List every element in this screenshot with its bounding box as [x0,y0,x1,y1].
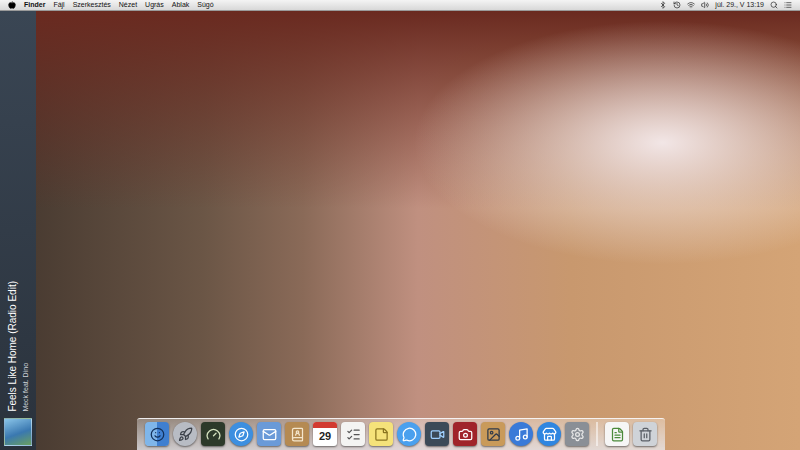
now-playing-text: Feels Like Home (Radio Edit)Meck feat. D… [7,281,30,412]
track-title: Feels Like Home (Radio Edit) [7,281,19,412]
wallpaper: 29 [36,11,800,450]
time-machine-icon[interactable] [673,1,681,9]
desktop: Finder Fájl Szerkesztés Nézet Ugrás Ablak Súgó… [0,0,800,450]
app-menu[interactable]: Finder [24,0,45,10]
iphoto-icon[interactable] [481,422,505,446]
clock[interactable]: júl. 29., V 13:19 [715,0,764,10]
trash-icon[interactable] [633,422,657,446]
wifi-icon[interactable] [687,1,695,9]
menu-right: júl. 29., V 13:19 [659,0,792,10]
dock: 29 [137,418,665,450]
menu-item[interactable]: Ablak [172,0,190,10]
dashboard-icon[interactable] [201,422,225,446]
facetime-icon[interactable] [425,422,449,446]
finder-icon[interactable] [145,422,169,446]
now-playing-strip: Feels Like Home (Radio Edit)Meck feat. D… [0,11,36,450]
track-artist: Meck feat. Dino [21,281,30,412]
reminders-icon[interactable] [341,422,365,446]
menu-item[interactable]: Súgó [197,0,213,10]
calendar-icon[interactable]: 29 [313,422,337,446]
menu-item[interactable]: Nézet [119,0,137,10]
photobooth-icon[interactable] [453,422,477,446]
document-icon[interactable] [605,422,629,446]
menu-item[interactable]: Szerkesztés [73,0,111,10]
menu-left: Finder Fájl Szerkesztés Nézet Ugrás Ablak Súgó [8,0,214,10]
menu-bar: Finder Fájl Szerkesztés Nézet Ugrás Ablak Súgó… [0,0,800,11]
apple-icon[interactable] [8,1,16,9]
notes-icon[interactable] [369,422,393,446]
appstore-icon[interactable] [537,422,561,446]
album-art[interactable] [4,418,32,446]
bluetooth-icon[interactable] [659,1,667,9]
dock-separator [596,422,598,446]
desktop-area: Feels Like Home (Radio Edit)Meck feat. D… [0,11,800,450]
notifications-icon[interactable] [784,1,792,9]
menu-item[interactable]: Ugrás [145,0,164,10]
calendar-day: 29 [313,428,337,445]
contacts-icon[interactable] [285,422,309,446]
volume-icon[interactable] [701,1,709,9]
mail-icon[interactable] [257,422,281,446]
launchpad-icon[interactable] [173,422,197,446]
messages-icon[interactable] [397,422,421,446]
itunes-icon[interactable] [509,422,533,446]
menu-item[interactable]: Fájl [53,0,64,10]
preferences-icon[interactable] [565,422,589,446]
safari-icon[interactable] [229,422,253,446]
spotlight-icon[interactable] [770,1,778,9]
calendar-header [313,422,337,428]
